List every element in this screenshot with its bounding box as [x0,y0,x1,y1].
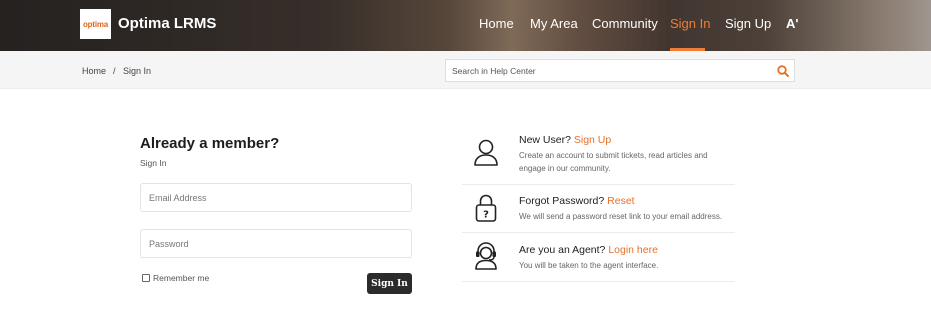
search-icon[interactable] [776,64,790,78]
lock-question-icon: ? [475,194,497,222]
remember-checkbox[interactable] [142,274,150,282]
password-input[interactable] [141,230,411,257]
nav-sign-in[interactable]: Sign In [670,16,710,31]
agent-prefix: Are you an Agent? [519,244,606,256]
headset-agent-icon [475,242,497,270]
breadcrumb-current: Sign In [123,66,152,76]
active-nav-indicator [670,48,705,51]
search-input[interactable] [452,64,762,78]
breadcrumb-home[interactable]: Home [82,66,106,76]
agent-description: You will be taken to the agent interface… [519,261,659,270]
nav-sign-up[interactable]: Sign Up [725,16,771,31]
option-divider [462,232,735,233]
breadcrumb-separator: / [113,66,116,76]
option-divider [462,184,735,185]
email-field [140,183,412,212]
new-user-description: Create an account to submit tickets, rea… [519,151,708,173]
nav-home[interactable]: Home [479,16,514,31]
forgot-password-prefix: Forgot Password? [519,195,605,207]
forgot-password-heading: Forgot Password? Reset [519,195,635,207]
sign-in-button[interactable]: Sign In [367,273,412,294]
login-title: Already a member? [140,135,280,152]
font-size-toggle[interactable]: A' [786,16,798,31]
forgot-password-description: We will send a password reset link to yo… [519,212,723,221]
brand-name[interactable]: Optima LRMS [118,15,216,32]
nav-community[interactable]: Community [592,16,658,31]
option-divider [462,281,735,282]
help-search-box [445,59,795,82]
login-subtitle: Sign In [140,158,167,168]
nav-my-area[interactable]: My Area [530,16,578,31]
email-input[interactable] [141,184,411,211]
optima-logo[interactable]: optima [80,9,111,39]
sign-up-link[interactable]: Sign Up [574,134,611,146]
svg-text:?: ? [483,210,489,221]
reset-link[interactable]: Reset [607,195,634,207]
remember-label: Remember me [153,273,210,283]
logo-text: optima [82,19,109,29]
new-user-prefix: New User? [519,134,571,146]
user-icon [474,139,498,166]
agent-heading: Are you an Agent? Login here [519,244,658,256]
password-field [140,229,412,258]
login-here-link[interactable]: Login here [608,244,658,256]
remember-me[interactable]: Remember me [142,273,209,283]
new-user-heading: New User? Sign Up [519,134,611,146]
